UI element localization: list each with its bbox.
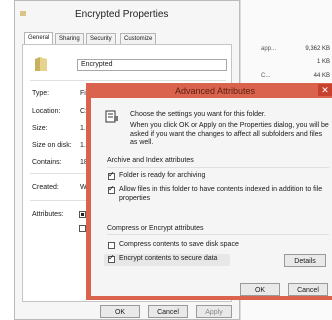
contains-label: Contains: bbox=[32, 159, 62, 166]
allow-index-checkbox[interactable] bbox=[108, 184, 115, 194]
file-row-size: 44 KB bbox=[313, 73, 330, 79]
properties-ok-button[interactable]: OK bbox=[100, 305, 140, 318]
folder-small-icon bbox=[20, 11, 26, 16]
advanced-cancel-button[interactable]: Cancel bbox=[288, 283, 328, 296]
group-divider bbox=[107, 167, 329, 168]
folder-ready-label: Folder is ready for archiving bbox=[119, 172, 206, 179]
file-row-size: 1 KB bbox=[316, 59, 330, 65]
encrypt-checkbox[interactable] bbox=[108, 253, 115, 263]
encrypt-label: Encrypt contents to secure data bbox=[119, 255, 218, 262]
properties-cancel-button[interactable]: Cancel bbox=[148, 305, 188, 318]
close-icon[interactable]: ✕ bbox=[318, 84, 332, 96]
location-label: Location: bbox=[32, 108, 61, 115]
compress-group-label: Compress or Encrypt attributes bbox=[107, 225, 204, 232]
divider bbox=[30, 80, 226, 81]
compress-checkbox[interactable] bbox=[108, 242, 115, 249]
intro-line-1: Choose the settings you want for this fo… bbox=[130, 111, 266, 118]
compress-label: Compress contents to save disk space bbox=[119, 241, 239, 248]
type-label: Type: bbox=[32, 90, 50, 97]
file-row-size: 9,362 KB bbox=[305, 46, 330, 52]
readonly-checkbox[interactable] bbox=[79, 211, 86, 218]
allow-index-label: Allow files in this folder to have conte… bbox=[119, 186, 323, 202]
properties-title: Encrypted Properties bbox=[75, 9, 169, 20]
intro-line-2: When you click OK or Apply on the Proper… bbox=[130, 122, 329, 146]
properties-doc-icon bbox=[105, 110, 119, 123]
folder-icon bbox=[34, 56, 48, 72]
properties-apply-button[interactable]: Apply bbox=[196, 305, 232, 318]
size-label: Size: bbox=[32, 125, 48, 132]
folder-ready-checkbox[interactable] bbox=[108, 170, 115, 180]
file-row-name[interactable]: app... bbox=[261, 46, 276, 52]
group-divider bbox=[107, 234, 329, 235]
file-row-name[interactable]: C... bbox=[261, 73, 270, 79]
created-label: Created: bbox=[32, 184, 59, 191]
details-button[interactable]: Details bbox=[284, 254, 326, 267]
attributes-label: Attributes: bbox=[32, 211, 64, 218]
archive-group-label: Archive and Index attributes bbox=[107, 157, 194, 164]
folder-name-value: Encrypted bbox=[81, 61, 113, 68]
folder-name-input[interactable]: Encrypted bbox=[77, 59, 227, 71]
size-on-disk-label: Size on disk: bbox=[32, 142, 72, 149]
hidden-checkbox[interactable] bbox=[79, 225, 86, 232]
advanced-title: Advanced Attributes bbox=[175, 86, 256, 96]
advanced-ok-button[interactable]: OK bbox=[240, 283, 280, 296]
